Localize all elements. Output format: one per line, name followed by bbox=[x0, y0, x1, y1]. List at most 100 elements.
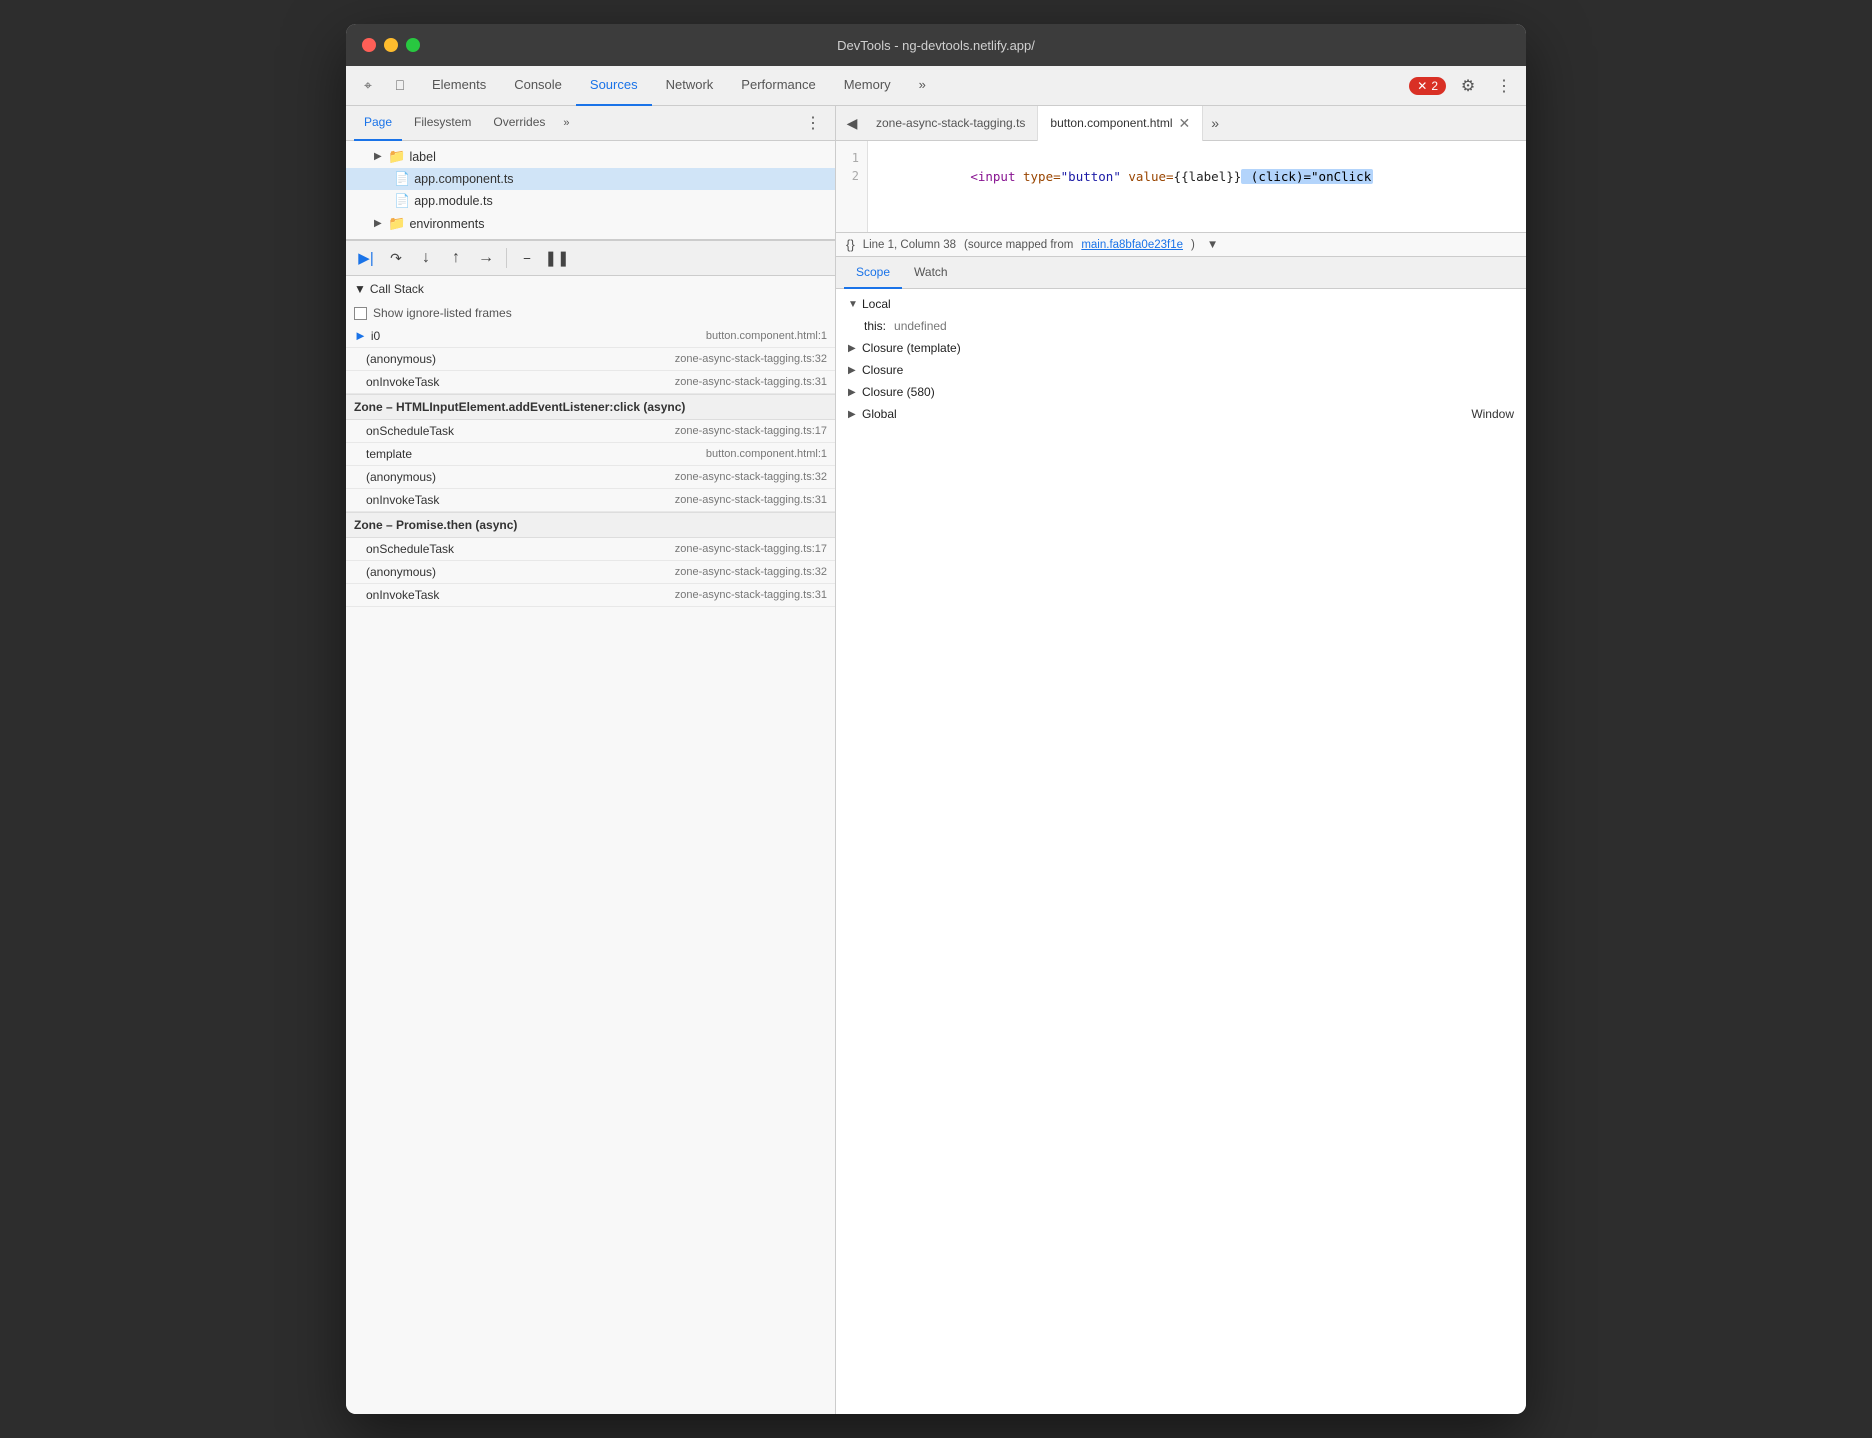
maximize-button[interactable] bbox=[406, 38, 420, 52]
tab-bar-right: ✕ 2 ⚙ ⋮ bbox=[1409, 72, 1518, 100]
scope-window-value: Window bbox=[1471, 407, 1514, 421]
sub-tab-page[interactable]: Page bbox=[354, 106, 402, 141]
editor-tab-button-component[interactable]: button.component.html ✕ bbox=[1038, 106, 1203, 141]
left-panel: Page Filesystem Overrides » ⋮ ▶ 📁 label … bbox=[346, 106, 836, 1414]
step-into-button[interactable]: ↓ bbox=[414, 246, 438, 270]
scope-content: ▼ Local this: undefined ▶ Closure (templ… bbox=[836, 289, 1526, 1414]
sub-tab-more[interactable]: » bbox=[557, 106, 575, 141]
right-panel: ◀ zone-async-stack-tagging.ts button.com… bbox=[836, 106, 1526, 1414]
editor-nav-left[interactable]: ◀ bbox=[840, 111, 864, 135]
status-close-paren: ) bbox=[1191, 239, 1195, 251]
folder-environments[interactable]: ▶ 📁 environments bbox=[346, 212, 835, 235]
async-label-1: Zone – HTMLInputElement.addEventListener… bbox=[346, 394, 835, 420]
editor-tab-close-icon[interactable]: ✕ bbox=[1178, 116, 1190, 130]
tab-memory[interactable]: Memory bbox=[830, 66, 905, 106]
devtools-window: DevTools - ng-devtools.netlify.app/ ⌖ ⎕ … bbox=[346, 24, 1526, 1414]
more-options-icon[interactable]: ⋮ bbox=[1490, 72, 1518, 100]
scope-closure-580-group[interactable]: ▶ Closure (580) bbox=[836, 381, 1526, 403]
call-frame-onInvokeTask-3[interactable]: onInvokeTask zone-async-stack-tagging.ts… bbox=[346, 584, 835, 607]
call-frame-onInvokeTask-1[interactable]: onInvokeTask zone-async-stack-tagging.ts… bbox=[346, 371, 835, 394]
format-icon[interactable]: {} bbox=[846, 237, 855, 252]
scope-closure-expand: ▶ bbox=[848, 365, 858, 376]
main-tab-bar: ⌖ ⎕ Elements Console Sources Network Per… bbox=[346, 66, 1526, 106]
scope-global-group[interactable]: ▶ Global Window bbox=[836, 403, 1526, 425]
code-expr-label: {{label}} bbox=[1174, 169, 1242, 184]
frame-name-invoke3: onInvokeTask bbox=[366, 588, 675, 602]
tab-more[interactable]: » bbox=[905, 66, 940, 106]
call-frame-onScheduleTask-2[interactable]: onScheduleTask zone-async-stack-tagging.… bbox=[346, 538, 835, 561]
show-frames-checkbox[interactable] bbox=[354, 307, 367, 320]
tab-network[interactable]: Network bbox=[652, 66, 728, 106]
code-content: <input type="button" value={{label}} (cl… bbox=[868, 141, 1526, 232]
call-frame-i0[interactable]: ► i0 button.component.html:1 bbox=[346, 324, 835, 348]
debugger-toolbar: ▶| ↷ ↓ ↑ → ⎯ ❚❚ bbox=[346, 240, 835, 276]
scope-closure-template-label: Closure (template) bbox=[862, 341, 961, 355]
tab-elements[interactable]: Elements bbox=[418, 66, 500, 106]
scope-global-label: Global bbox=[862, 407, 897, 421]
call-frame-anonymous-1[interactable]: (anonymous) zone-async-stack-tagging.ts:… bbox=[346, 348, 835, 371]
line-numbers: 1 2 bbox=[836, 141, 868, 232]
async-label-2: Zone – Promise.then (async) bbox=[346, 512, 835, 538]
sub-tab-filesystem[interactable]: Filesystem bbox=[404, 106, 481, 141]
inspect-icon[interactable]: ⌖ bbox=[354, 72, 382, 100]
error-badge[interactable]: ✕ 2 bbox=[1409, 77, 1446, 95]
scope-tab-watch[interactable]: Watch bbox=[902, 257, 960, 289]
frame-loc-anon3: zone-async-stack-tagging.ts:32 bbox=[675, 566, 827, 578]
frame-name-invoke2: onInvokeTask bbox=[366, 493, 675, 507]
device-icon[interactable]: ⎕ bbox=[386, 72, 414, 100]
editor-tab-zone-async[interactable]: zone-async-stack-tagging.ts bbox=[864, 106, 1038, 141]
step-out-button[interactable]: ↑ bbox=[444, 246, 468, 270]
minimize-button[interactable] bbox=[384, 38, 398, 52]
call-stack-header[interactable]: ▼ Call Stack bbox=[346, 276, 835, 302]
show-frames-row: Show ignore-listed frames bbox=[346, 302, 835, 324]
call-frame-template-1[interactable]: template button.component.html:1 bbox=[346, 443, 835, 466]
sub-tab-overrides[interactable]: Overrides bbox=[483, 106, 555, 141]
file-name-app-component: app.component.ts bbox=[414, 172, 513, 186]
file-app-module[interactable]: 📄 app.module.ts bbox=[346, 190, 835, 212]
frame-loc-anon1: zone-async-stack-tagging.ts:32 bbox=[675, 353, 827, 365]
frame-loc-anon2: zone-async-stack-tagging.ts:32 bbox=[675, 471, 827, 483]
status-source-map-text: (source mapped from bbox=[964, 239, 1073, 251]
code-line-1: <input type="button" value={{label}} (cl… bbox=[880, 149, 1514, 205]
step-over-button[interactable]: ↷ bbox=[384, 246, 408, 270]
call-frame-onInvokeTask-2[interactable]: onInvokeTask zone-async-stack-tagging.ts… bbox=[346, 489, 835, 512]
scope-tabs: Scope Watch bbox=[836, 257, 1526, 289]
status-source-map-link[interactable]: main.fa8bfa0e23f1e bbox=[1081, 239, 1183, 251]
file-app-component[interactable]: 📄 app.component.ts bbox=[346, 168, 835, 190]
scope-closure-group[interactable]: ▶ Closure bbox=[836, 359, 1526, 381]
tab-console[interactable]: Console bbox=[500, 66, 576, 106]
scope-closure-template-group[interactable]: ▶ Closure (template) bbox=[836, 337, 1526, 359]
editor-tab-more[interactable]: » bbox=[1207, 115, 1223, 131]
folder-label[interactable]: ▶ 📁 label bbox=[346, 145, 835, 168]
scope-this-key: this: bbox=[864, 319, 886, 333]
call-frame-onScheduleTask-1[interactable]: onScheduleTask zone-async-stack-tagging.… bbox=[346, 420, 835, 443]
editor-tab-bar: ◀ zone-async-stack-tagging.ts button.com… bbox=[836, 106, 1526, 141]
sub-tab-dots[interactable]: ⋮ bbox=[799, 106, 827, 141]
call-frame-anonymous-3[interactable]: (anonymous) zone-async-stack-tagging.ts:… bbox=[346, 561, 835, 584]
folder-icon-label: 📁 bbox=[388, 148, 405, 165]
scope-this-item[interactable]: this: undefined bbox=[836, 315, 1526, 337]
step-button[interactable]: → bbox=[474, 246, 498, 270]
scope-local-expand: ▼ bbox=[848, 299, 858, 310]
code-editor[interactable]: 1 2 <input type="button" value={{label}}… bbox=[836, 141, 1526, 233]
title-bar: DevTools - ng-devtools.netlify.app/ bbox=[346, 24, 1526, 66]
pause-button[interactable]: ❚❚ bbox=[545, 246, 569, 270]
scope-closure-580-label: Closure (580) bbox=[862, 385, 935, 399]
breakpoints-button[interactable]: ⎯ bbox=[515, 246, 539, 270]
scope-local-group[interactable]: ▼ Local bbox=[836, 293, 1526, 315]
frame-name-anon2: (anonymous) bbox=[366, 470, 675, 484]
close-button[interactable] bbox=[362, 38, 376, 52]
resume-button[interactable]: ▶| bbox=[354, 246, 378, 270]
frame-name-schedule1: onScheduleTask bbox=[366, 424, 675, 438]
status-dropdown-icon[interactable]: ▼ bbox=[1207, 239, 1218, 251]
file-icon-app-component: 📄 bbox=[394, 171, 410, 187]
tab-performance[interactable]: Performance bbox=[727, 66, 829, 106]
scope-tab-scope[interactable]: Scope bbox=[844, 257, 902, 289]
call-frame-anonymous-2[interactable]: (anonymous) zone-async-stack-tagging.ts:… bbox=[346, 466, 835, 489]
code-click-handler: (click)="onClick bbox=[1241, 169, 1373, 184]
frame-name-template1: template bbox=[366, 447, 706, 461]
settings-icon[interactable]: ⚙ bbox=[1454, 72, 1482, 100]
expand-arrow-environments: ▶ bbox=[374, 218, 384, 229]
editor-tab-zone-async-label: zone-async-stack-tagging.ts bbox=[876, 116, 1025, 130]
tab-sources[interactable]: Sources bbox=[576, 66, 652, 106]
